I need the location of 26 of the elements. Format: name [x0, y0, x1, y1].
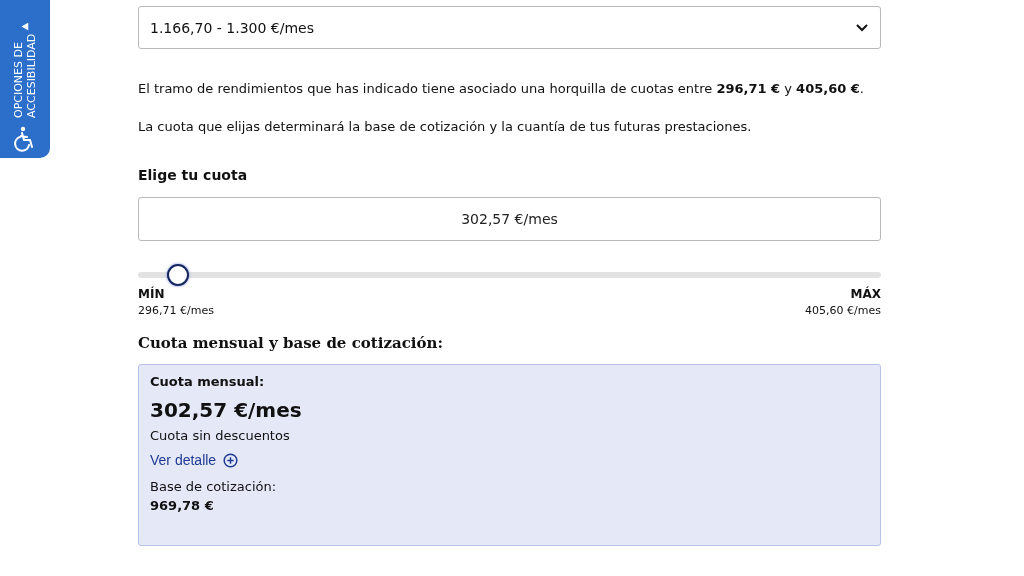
quota-amount: 302,57 €/mes [150, 398, 303, 422]
min-label: MÍN [138, 286, 166, 302]
accessibility-label: OPCIONES DE [12, 41, 25, 118]
quota-input-field[interactable]: 302,57 €/mes [138, 197, 881, 241]
base-label: Base de cotización: [150, 479, 278, 494]
slider-track[interactable] [138, 264, 881, 286]
accessibility-icon [14, 126, 36, 152]
field-label: Elige tu cuota [138, 167, 249, 183]
income-range-select[interactable]: 1.166,70 - 1.300 €/mes [138, 6, 881, 49]
paragraph: La cuota que elijas determinará la base de cotización y la cuantía de tus futuras prestaciones. [138, 118, 753, 136]
quota-label: Cuota mensual: [150, 374, 266, 389]
quota-note: Cuota sin descuentos [150, 428, 291, 443]
max-value: 405,60 €/mes [805, 303, 881, 319]
base-amount: 969,78 € [150, 498, 215, 513]
section-heading: Cuota mensual y base de cotización: [138, 334, 444, 352]
select-value: 1.166,70 - 1.300 €/mes [150, 19, 314, 36]
min-value: 296,71 €/mes [138, 303, 214, 319]
chevron-down-icon [856, 23, 868, 32]
max-label: MÁX [849, 286, 881, 302]
paragraph: El tramo de rendimientos que has indicado tiene asociado una horquilla de cuotas entre 296,71 € y 405,60 €. [138, 80, 865, 98]
accessibility-tab[interactable]: OPCIONES DE ACCESIBILIDAD [0, 0, 50, 158]
accessibility-label: ACCESIBILIDAD [25, 33, 38, 118]
plus-circle-icon[interactable] [223, 452, 239, 468]
slider-thumb[interactable] [167, 264, 190, 286]
caret-icon [21, 22, 29, 31]
details-link[interactable]: Ver detalle [150, 452, 217, 468]
